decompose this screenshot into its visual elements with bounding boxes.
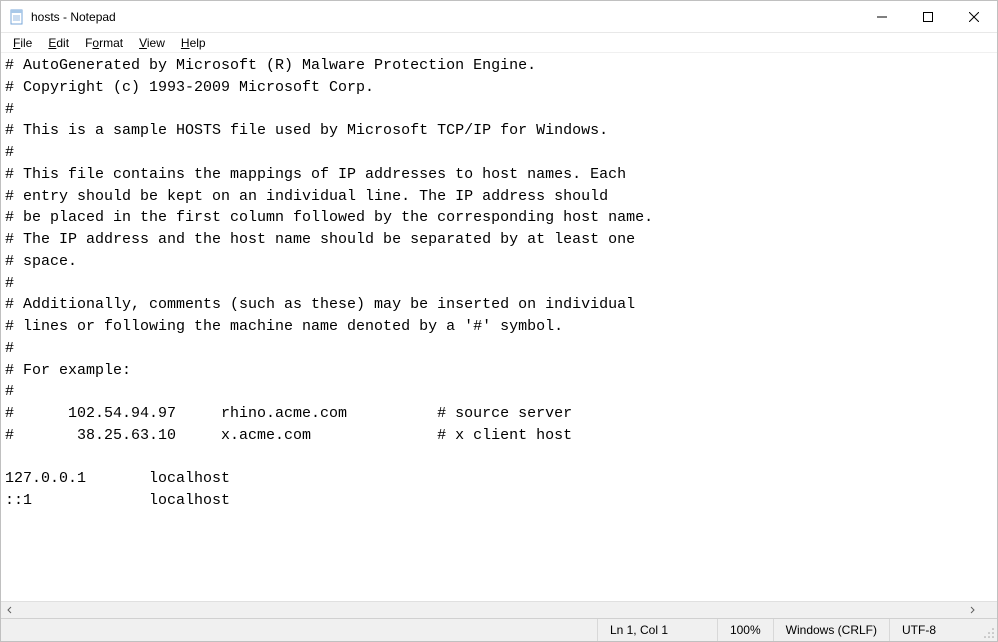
minimize-button[interactable] — [859, 1, 905, 32]
menu-help-accelerator: H — [181, 36, 190, 50]
editor-area: # AutoGenerated by Microsoft (R) Malware… — [1, 53, 997, 618]
status-zoom: 100% — [718, 619, 774, 641]
statusbar: Ln 1, Col 1 100% Windows (CRLF) UTF-8 — [1, 618, 997, 641]
notepad-icon — [9, 9, 25, 25]
scroll-left-arrow-icon[interactable] — [1, 602, 18, 619]
status-line-ending: Windows (CRLF) — [774, 619, 890, 641]
maximize-button[interactable] — [905, 1, 951, 32]
status-encoding: UTF-8 — [890, 619, 980, 641]
menu-edit[interactable]: Edit — [40, 34, 77, 52]
scrollbar-track[interactable] — [18, 602, 963, 618]
close-button[interactable] — [951, 1, 997, 32]
menu-view-rest: iew — [147, 36, 165, 50]
scrollbar-corner — [980, 602, 997, 619]
window-title: hosts - Notepad — [31, 10, 859, 24]
status-cursor-position: Ln 1, Col 1 — [598, 619, 718, 641]
menu-file[interactable]: File — [5, 34, 40, 52]
menu-help-rest: elp — [190, 36, 206, 50]
menu-help[interactable]: Help — [173, 34, 214, 52]
horizontal-scrollbar[interactable] — [1, 601, 997, 618]
text-editor[interactable]: # AutoGenerated by Microsoft (R) Malware… — [1, 53, 997, 601]
resize-grip-icon[interactable] — [980, 619, 997, 641]
status-spacer — [1, 619, 598, 641]
scroll-right-arrow-icon[interactable] — [963, 602, 980, 619]
menu-view-accelerator: V — [139, 36, 147, 50]
menu-view[interactable]: View — [131, 34, 173, 52]
menu-format[interactable]: Format — [77, 34, 131, 52]
menubar: File Edit Format View Help — [1, 33, 997, 53]
titlebar: hosts - Notepad — [1, 1, 997, 33]
menu-edit-rest: dit — [56, 36, 69, 50]
menu-file-rest: ile — [20, 36, 32, 50]
menu-format-rest: rmat — [99, 36, 123, 50]
window-controls — [859, 1, 997, 32]
